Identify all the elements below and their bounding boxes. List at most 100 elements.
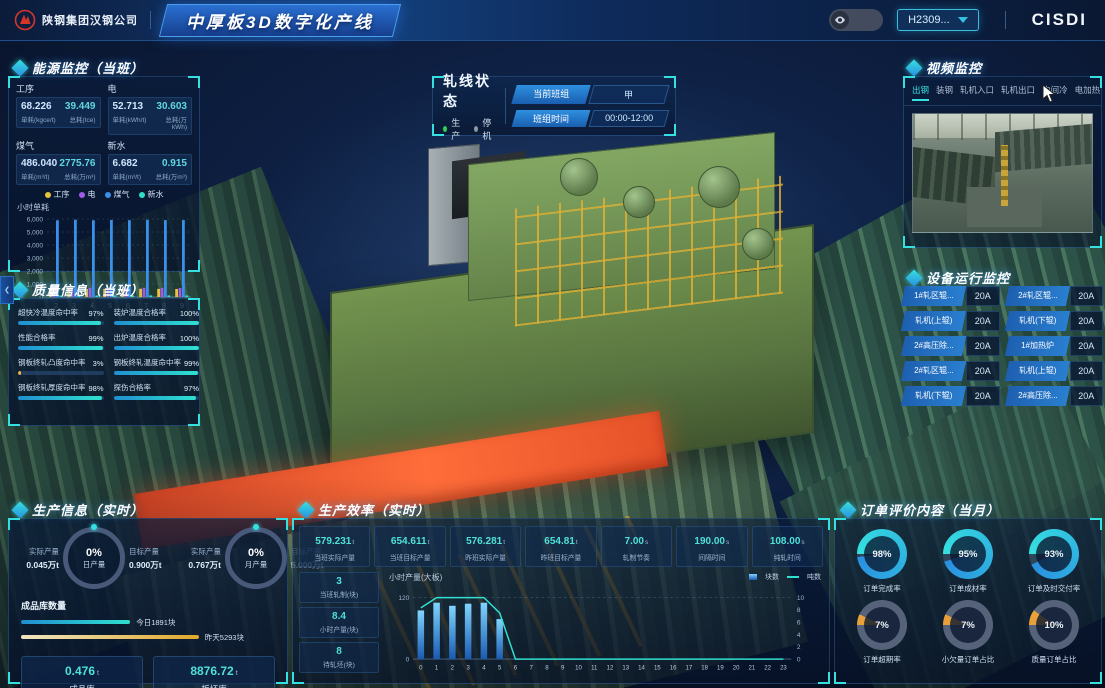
device-item: 轧机(上辊)20A xyxy=(1007,361,1104,381)
legend-dot-meiqi xyxy=(105,192,111,198)
cisdi-brand-logo: CISDI xyxy=(1032,10,1087,30)
svg-text:8: 8 xyxy=(545,665,549,671)
tab-intercooling[interactable]: 中间冷 xyxy=(1042,84,1068,101)
energy-panel-title: 能源监控（当班） xyxy=(14,58,144,77)
svg-text:2,000: 2,000 xyxy=(27,269,44,276)
svg-text:14: 14 xyxy=(638,665,645,671)
quality-item: 钢板终轧温度命中率99% xyxy=(114,357,200,375)
svg-text:20: 20 xyxy=(733,665,740,671)
efficiency-card: 576.281t昨班实际产量 xyxy=(450,526,521,567)
order-donut-cell: 93% 订单及时交付率 xyxy=(1013,529,1095,594)
donut-ontime-delivery: 93% xyxy=(1029,529,1079,579)
tab-mill-entry[interactable]: 轧机入口 xyxy=(960,84,994,101)
svg-text:17: 17 xyxy=(685,665,692,671)
scene-cylinder xyxy=(698,166,740,208)
svg-text:19: 19 xyxy=(717,665,724,671)
cctv-crane xyxy=(1001,145,1008,206)
production-panel-title: 生产信息（实时） xyxy=(14,500,144,519)
scene-cylinder xyxy=(742,228,774,260)
svg-text:120: 120 xyxy=(398,595,409,602)
device-item: 2#轧区辊...20A xyxy=(903,361,1000,381)
svg-text:6: 6 xyxy=(514,665,518,671)
legend-bar-swatch xyxy=(749,574,757,580)
line-selector-value: H2309... xyxy=(908,14,950,26)
header-divider xyxy=(150,11,151,29)
efficiency-card: 108.00s纯轧时间 xyxy=(752,526,823,567)
svg-text:0: 0 xyxy=(797,656,801,663)
order-donut-cell: 95% 订单成材率 xyxy=(927,529,1009,594)
hourly-output-svg: 0120024681001234567891011121314151617181… xyxy=(385,583,823,683)
svg-text:5: 5 xyxy=(498,665,502,671)
visibility-toggle[interactable] xyxy=(829,9,883,31)
donut-order-complete: 98% xyxy=(857,529,907,579)
shift-time-row: 班组时间 00:00-12:00 xyxy=(514,110,667,127)
shift-time-label-chip: 班组时间 xyxy=(512,110,591,127)
quality-item: 出炉温度合格率100% xyxy=(114,332,200,350)
dashboard-root: { "theme":{"accent":"#35e0e0","accent2":… xyxy=(0,0,1105,688)
monthly-output-gauge: 0% 月产量 xyxy=(225,527,287,589)
shift-value-chip: 甲 xyxy=(588,85,669,104)
svg-text:3,000: 3,000 xyxy=(27,256,44,263)
video-panel: 出钢 装钢 轧机入口 轧机出口 中间冷 电加热 xyxy=(903,76,1102,248)
current-shift-row: 当前班组 甲 xyxy=(514,85,667,104)
finished-stock-card: 0.476t 成品库 xyxy=(21,656,143,688)
device-item: 轧机(上辊)20A xyxy=(903,311,1000,331)
energy-group: 工序 68.226 39.449 单耗(kgce/t) 总耗(tce) xyxy=(16,82,101,135)
svg-text:22: 22 xyxy=(764,665,771,671)
scene-cylinder xyxy=(560,158,598,196)
company-logo: 陕钢集团汉钢公司 xyxy=(14,9,138,31)
efficiency-card: 190.00s间隔时间 xyxy=(676,526,747,567)
company-name: 陕钢集团汉钢公司 xyxy=(42,12,138,28)
legend-dot-dian xyxy=(79,192,85,198)
device-item: 2#高压除...20A xyxy=(903,336,1000,356)
diamond-icon xyxy=(12,281,29,298)
energy-chart-legend: 工序 电 煤气 新水 xyxy=(9,189,199,200)
quality-item: 钢板终轧厚度命中率98% xyxy=(18,382,104,400)
order-donut-cell: 10% 质量订单占比 xyxy=(1013,600,1095,665)
tab-zhuanggang[interactable]: 装钢 xyxy=(936,84,953,101)
diamond-icon xyxy=(906,59,923,76)
company-logo-icon xyxy=(14,9,36,31)
svg-text:15: 15 xyxy=(654,665,661,671)
svg-text:10: 10 xyxy=(575,665,582,671)
device-item: 2#高压除...20A xyxy=(1007,386,1104,406)
scene-cylinder xyxy=(623,186,655,218)
svg-text:2: 2 xyxy=(797,644,801,651)
svg-text:0: 0 xyxy=(406,656,410,663)
energy-group: 新水 6.682 0.915 单耗(m³/t) 总耗(万m³) xyxy=(108,139,193,185)
production-panel: 实际产量 0.045万t 0% 日产量 目标产量 0.900万t 实际产量 0.… xyxy=(8,518,288,684)
line-status-panel: 轧线状态 生产 停机 当前班组 甲 班组时间 00:00-12:00 xyxy=(432,76,676,136)
diamond-icon xyxy=(840,501,857,518)
device-item: 2#轧区辊...20A xyxy=(1007,286,1104,306)
devices-panel: 1#轧区辊...20A 2#轧区辊...20A 轧机(上辊)20A 轧机(下辊)… xyxy=(903,286,1103,414)
quality-item: 探伤合格率97% xyxy=(114,382,200,400)
line-selector-dropdown[interactable]: H2309... xyxy=(897,9,979,31)
svg-text:4: 4 xyxy=(797,632,801,639)
inventory-bar-yesterday: 昨天5293块 xyxy=(21,631,275,644)
svg-text:16: 16 xyxy=(670,665,677,671)
page-title: 中厚板3D数字化产线 xyxy=(186,8,374,33)
cctv-machines-right xyxy=(995,124,1092,173)
cctv-video-frame xyxy=(912,113,1093,233)
daily-output-gauge-group: 实际产量 0.045万t 0% 日产量 目标产量 0.900万t xyxy=(13,527,175,589)
tab-mill-exit[interactable]: 轧机出口 xyxy=(1001,84,1035,101)
legend-line-swatch xyxy=(787,576,799,578)
svg-text:12: 12 xyxy=(607,665,614,671)
svg-text:4,000: 4,000 xyxy=(27,243,44,250)
efficiency-card: 654.81t昨班目标产量 xyxy=(525,526,596,567)
energy-panel: 工序 68.226 39.449 单耗(kgce/t) 总耗(tce) 电 52… xyxy=(8,76,200,272)
svg-text:21: 21 xyxy=(749,665,756,671)
quality-item: 超快冷温度命中率97% xyxy=(18,307,104,325)
quality-panel: 超快冷温度命中率97% 装炉温度合格率100% 性能合格率99% 出炉温度合格率… xyxy=(8,298,200,426)
device-item: 轧机(下辊)20A xyxy=(903,386,1000,406)
efficiency-panel-title: 生产效率（实时） xyxy=(300,500,430,519)
collapse-left-panel-button[interactable]: ❮ xyxy=(0,276,14,304)
svg-text:6,000: 6,000 xyxy=(27,217,44,224)
svg-text:3: 3 xyxy=(466,665,470,671)
slab-stock-card: 8876.72t 板坯库 xyxy=(153,656,275,688)
efficiency-side-card: 3当班轧制(块) xyxy=(299,572,379,603)
inventory-title: 成品库数量 xyxy=(21,599,287,612)
energy-group: 电 52.713 30.603 单耗(kWh/t) 总耗(万kWh) xyxy=(108,82,193,135)
svg-text:7: 7 xyxy=(530,665,534,671)
tab-chugang[interactable]: 出钢 xyxy=(912,84,929,101)
